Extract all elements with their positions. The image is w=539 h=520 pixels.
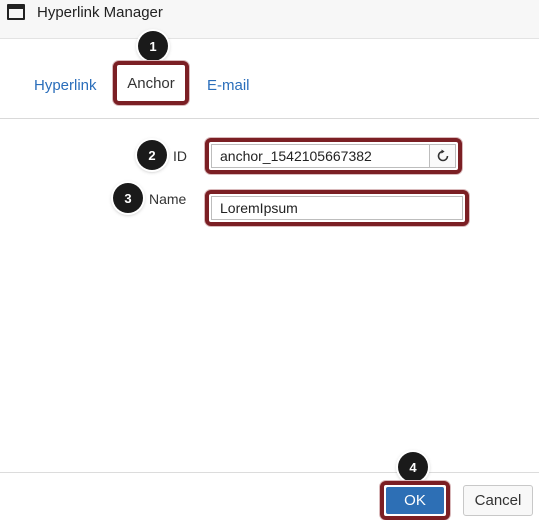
dialog-title: Hyperlink Manager [37, 4, 163, 21]
dialog-title-bar: Hyperlink Manager [0, 0, 539, 39]
tab-email[interactable]: E-mail [207, 77, 250, 94]
callout-marker-1: 1 [138, 31, 168, 61]
callout-marker-3: 3 [113, 183, 143, 213]
tab-hyperlink[interactable]: Hyperlink [34, 77, 97, 94]
tab-anchor[interactable]: Anchor [113, 61, 189, 105]
reset-id-button[interactable] [430, 144, 456, 168]
window-icon [7, 4, 25, 20]
id-field-highlight: anchor_1542105667382 [205, 138, 462, 174]
tab-divider [0, 118, 539, 119]
id-label: ID [173, 148, 187, 164]
name-label: Name [149, 191, 187, 207]
refresh-icon [437, 149, 448, 162]
ok-button[interactable]: OK [386, 487, 444, 514]
callout-marker-2: 2 [137, 140, 167, 170]
callout-marker-4: 4 [398, 452, 428, 482]
id-input[interactable]: anchor_1542105667382 [211, 144, 430, 168]
footer-divider [0, 472, 539, 473]
name-field-highlight: LoremIpsum [205, 190, 469, 226]
ok-button-highlight: OK [380, 481, 450, 520]
cancel-button[interactable]: Cancel [463, 485, 533, 516]
name-input[interactable]: LoremIpsum [211, 196, 463, 220]
